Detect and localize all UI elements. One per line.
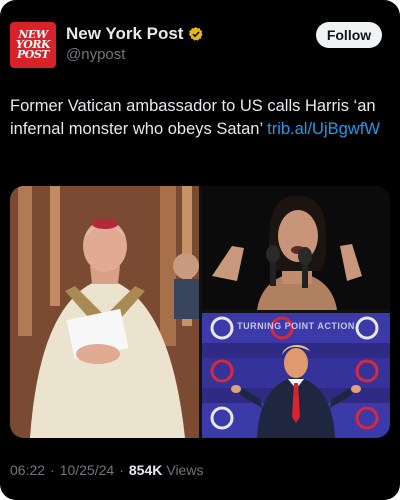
views-label: Views [166, 462, 204, 478]
tweet-time[interactable]: 06:22 [10, 462, 45, 478]
tweet-card: NEW YORK POST New York Post @nypost Foll… [0, 0, 400, 500]
account-handle[interactable]: @nypost [66, 46, 125, 63]
account-name[interactable]: New York Post [66, 24, 183, 44]
avatar[interactable]: NEW YORK POST [10, 22, 56, 68]
speaker-illustration [202, 186, 390, 310]
separator-dot: · [119, 462, 124, 478]
verified-badge-icon [188, 26, 204, 42]
tweet-date[interactable]: 10/25/24 [60, 462, 115, 478]
separator-dot: · [50, 462, 55, 478]
rally-illustration [202, 313, 390, 438]
tweet-metadata: 06:22 · 10/25/24 · 854K Views [10, 462, 203, 478]
tweet-text: Former Vatican ambassador to US calls Ha… [10, 95, 390, 141]
follow-button[interactable]: Follow [316, 22, 382, 48]
rally-banner-text: TURNING POINT ACTION [237, 321, 355, 331]
media-photo-speaker[interactable] [202, 186, 390, 310]
views-count: 854K [128, 462, 163, 478]
tweet-link[interactable]: trib.al/UjBgwfW [267, 120, 380, 138]
logo-line-3: POST [17, 48, 49, 61]
media-photo-rally[interactable]: TURNING POINT ACTION [202, 313, 390, 438]
account-name-row: New York Post [66, 24, 204, 44]
tweet-media[interactable]: TURNING POINT ACTION [10, 186, 390, 438]
cleric-illustration [10, 186, 199, 438]
media-photo-cleric[interactable] [10, 186, 199, 438]
